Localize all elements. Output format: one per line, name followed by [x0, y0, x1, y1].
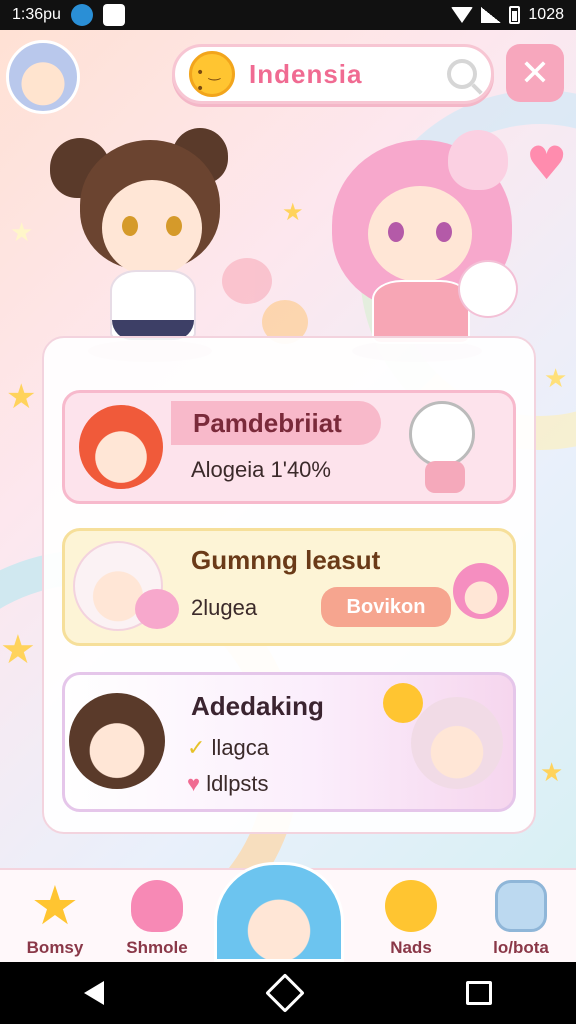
- back-icon[interactable]: [83, 981, 104, 1005]
- nav-item-character-avatar[interactable]: [214, 862, 344, 962]
- red-hair-avatar: [79, 405, 163, 489]
- star-icon: ★: [540, 758, 564, 788]
- nav-item-bomsy[interactable]: ★ Bomsy: [0, 870, 110, 964]
- home-icon[interactable]: [265, 973, 305, 1013]
- star-icon: ★: [544, 364, 568, 394]
- system-nav-bar: [0, 962, 576, 1024]
- app-notification-icon: [70, 4, 93, 26]
- card-line-1: ✓ llagca: [187, 735, 269, 761]
- close-button[interactable]: ✕: [506, 44, 564, 102]
- brown-hair-character: [50, 120, 240, 360]
- card-line-2: ♥ ldlpsts: [187, 771, 269, 797]
- profile-avatar[interactable]: [6, 40, 80, 114]
- close-icon: ✕: [519, 52, 551, 94]
- nav-item-lobota[interactable]: lo/bota: [466, 870, 576, 964]
- heart-icon: [131, 880, 183, 932]
- sun-mascot-icon: [189, 51, 235, 97]
- nav-item-shmole[interactable]: Shmole: [102, 870, 212, 964]
- card-title: Adedaking: [191, 691, 324, 721]
- recent-apps-icon[interactable]: [466, 981, 493, 1005]
- wifi-icon: [451, 7, 474, 23]
- star-icon: ★: [30, 874, 80, 937]
- mascot-body: [425, 461, 465, 493]
- status-time: 1:36pu: [12, 6, 61, 23]
- pink-blob-mascot: [135, 589, 179, 629]
- bovikon-button[interactable]: Bovikon: [321, 587, 451, 627]
- robot-icon: [495, 880, 547, 932]
- card-subtitle: Alogeia 1'40%: [191, 457, 331, 482]
- nav-item-nads[interactable]: Nads: [356, 870, 466, 964]
- settings-notification-icon: [102, 4, 125, 26]
- card-line-text: llagca: [211, 735, 270, 760]
- card-line-text: ldlpsts: [206, 771, 269, 796]
- search-input[interactable]: Indensia: [249, 59, 447, 90]
- battery-text: 1028: [528, 6, 564, 23]
- star-icon: ★: [10, 218, 34, 248]
- nav-label: Shmole: [126, 938, 188, 957]
- pink-hair-avatar: [453, 563, 509, 619]
- heart-icon: ♥: [526, 136, 568, 190]
- heart-icon: ♥: [187, 771, 207, 796]
- white-hair-avatar: [411, 697, 503, 789]
- pink-hair-character: [318, 130, 528, 360]
- card-gumnng-leasut[interactable]: Gumnng leasut 2lugea Bovikon: [62, 528, 516, 646]
- signal-icon: [481, 7, 502, 23]
- sun-mascot-icon: [383, 683, 423, 723]
- card-pamdebriiat[interactable]: Pamdebriiat Alogeia 1'40%: [62, 390, 516, 504]
- star-icon: ★: [6, 377, 37, 417]
- bear-mascot: [409, 401, 475, 467]
- card-title: Gumnng leasut: [191, 545, 381, 575]
- nav-label: Bomsy: [26, 938, 84, 957]
- search-bar[interactable]: Indensia: [172, 44, 494, 104]
- mascot-icon: [385, 880, 437, 932]
- brown-hair-avatar: [69, 693, 165, 789]
- check-icon: ✓: [187, 735, 212, 760]
- nav-label: Nads: [390, 938, 432, 957]
- card-subtitle: 2lugea: [191, 595, 258, 620]
- star-icon: ★: [282, 198, 304, 226]
- nav-label: lo/bota: [493, 938, 549, 957]
- card-title: Pamdebriiat: [193, 408, 342, 438]
- star-icon: ★: [0, 627, 36, 673]
- search-icon[interactable]: [447, 59, 477, 89]
- battery-icon: [509, 6, 521, 24]
- status-bar: 1:36pu 1028: [0, 0, 576, 30]
- card-adedaking[interactable]: Adedaking ✓ llagca ♥ ldlpsts: [62, 672, 516, 812]
